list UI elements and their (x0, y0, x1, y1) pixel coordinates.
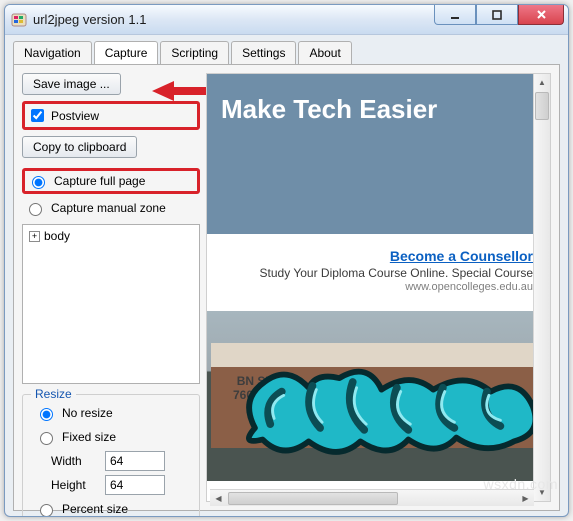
tree-root-label: body (44, 229, 70, 243)
no-resize-radio[interactable]: No resize (33, 403, 189, 423)
scroll-left-button[interactable]: ◀ (210, 494, 227, 503)
tab-capture[interactable]: Capture (94, 41, 159, 64)
ad-block: Become a Counsellor Study Your Diploma C… (207, 234, 533, 299)
capture-manual-radio[interactable]: Capture manual zone (22, 198, 200, 218)
maximize-button[interactable] (476, 5, 518, 25)
percent-size-radio-input[interactable] (40, 504, 53, 517)
scrollbar-horizontal[interactable]: ◀ ▶ (210, 489, 534, 506)
graffiti-icon (207, 311, 533, 474)
postview-checkbox[interactable]: Postview (25, 104, 105, 127)
no-resize-radio-input[interactable] (40, 408, 53, 421)
tab-navigation[interactable]: Navigation (13, 41, 92, 64)
tab-panel-capture: Save image ... Postview Copy to clipboar… (13, 64, 560, 511)
ad-link[interactable]: Become a Counsellor (390, 248, 533, 264)
dom-tree[interactable]: + body (22, 224, 200, 384)
capture-manual-radio-input[interactable] (29, 203, 42, 216)
article-image: BN SF 760 345 (207, 311, 533, 481)
scroll-up-button[interactable]: ▲ (534, 74, 550, 91)
title-bar: url2jpeg version 1.1 (5, 5, 568, 35)
ad-subtext: Study Your Diploma Course Online. Specia… (233, 266, 533, 280)
app-icon (11, 12, 27, 28)
percent-size-radio[interactable]: Percent size (33, 499, 189, 517)
scroll-right-button[interactable]: ▶ (517, 494, 534, 503)
ad-url: www.opencolleges.edu.au (233, 281, 533, 293)
scroll-thumb-v[interactable] (535, 92, 549, 120)
tree-expander-icon[interactable]: + (29, 231, 40, 242)
height-row: Height (51, 475, 189, 495)
tab-settings[interactable]: Settings (231, 41, 296, 64)
hero-banner: Make Tech Easier (207, 74, 533, 234)
captured-page: Make Tech Easier Become a Counsellor Stu… (207, 74, 533, 501)
close-button[interactable] (518, 5, 564, 25)
percent-size-label: Percent size (62, 502, 128, 516)
fixed-size-radio[interactable]: Fixed size (33, 427, 189, 447)
tree-row-root[interactable]: + body (29, 229, 193, 243)
fixed-size-radio-input[interactable] (40, 432, 53, 445)
tab-about[interactable]: About (298, 41, 351, 64)
fixed-size-label: Fixed size (62, 430, 116, 444)
width-input[interactable] (105, 451, 165, 471)
capture-full-radio[interactable]: Capture full page (25, 171, 151, 191)
postview-checkbox-input[interactable] (31, 109, 44, 122)
scroll-down-button[interactable]: ▼ (534, 484, 550, 501)
width-row: Width (51, 451, 189, 471)
no-resize-label: No resize (62, 406, 113, 420)
resize-group: Resize No resize Fixed size Width He (22, 394, 200, 517)
tab-scripting[interactable]: Scripting (160, 41, 229, 64)
window-title: url2jpeg version 1.1 (33, 12, 146, 27)
minimize-button[interactable] (434, 5, 476, 25)
scroll-track-v[interactable] (534, 121, 550, 484)
left-column: Save image ... Postview Copy to clipboar… (22, 73, 200, 502)
save-image-button[interactable]: Save image ... (22, 73, 121, 95)
preview-pane: Make Tech Easier Become a Counsellor Stu… (206, 73, 551, 502)
capture-full-label: Capture full page (54, 174, 145, 188)
capture-full-radio-input[interactable] (32, 176, 45, 189)
postview-label: Postview (51, 109, 99, 123)
client-area: Navigation Capture Scripting Settings Ab… (5, 35, 568, 516)
window-controls (434, 5, 564, 25)
scrollbar-vertical[interactable]: ▲ ▼ (533, 74, 550, 501)
copy-clipboard-button[interactable]: Copy to clipboard (22, 136, 137, 158)
resize-group-title: Resize (31, 387, 76, 401)
width-label: Width (51, 454, 97, 468)
tab-strip: Navigation Capture Scripting Settings Ab… (13, 41, 560, 65)
hero-title: Make Tech Easier (221, 94, 533, 125)
height-label: Height (51, 478, 97, 492)
capture-manual-label: Capture manual zone (51, 201, 166, 215)
height-input[interactable] (105, 475, 165, 495)
scroll-thumb-h[interactable] (228, 492, 398, 505)
app-window: url2jpeg version 1.1 Navigation Capture … (4, 4, 569, 517)
